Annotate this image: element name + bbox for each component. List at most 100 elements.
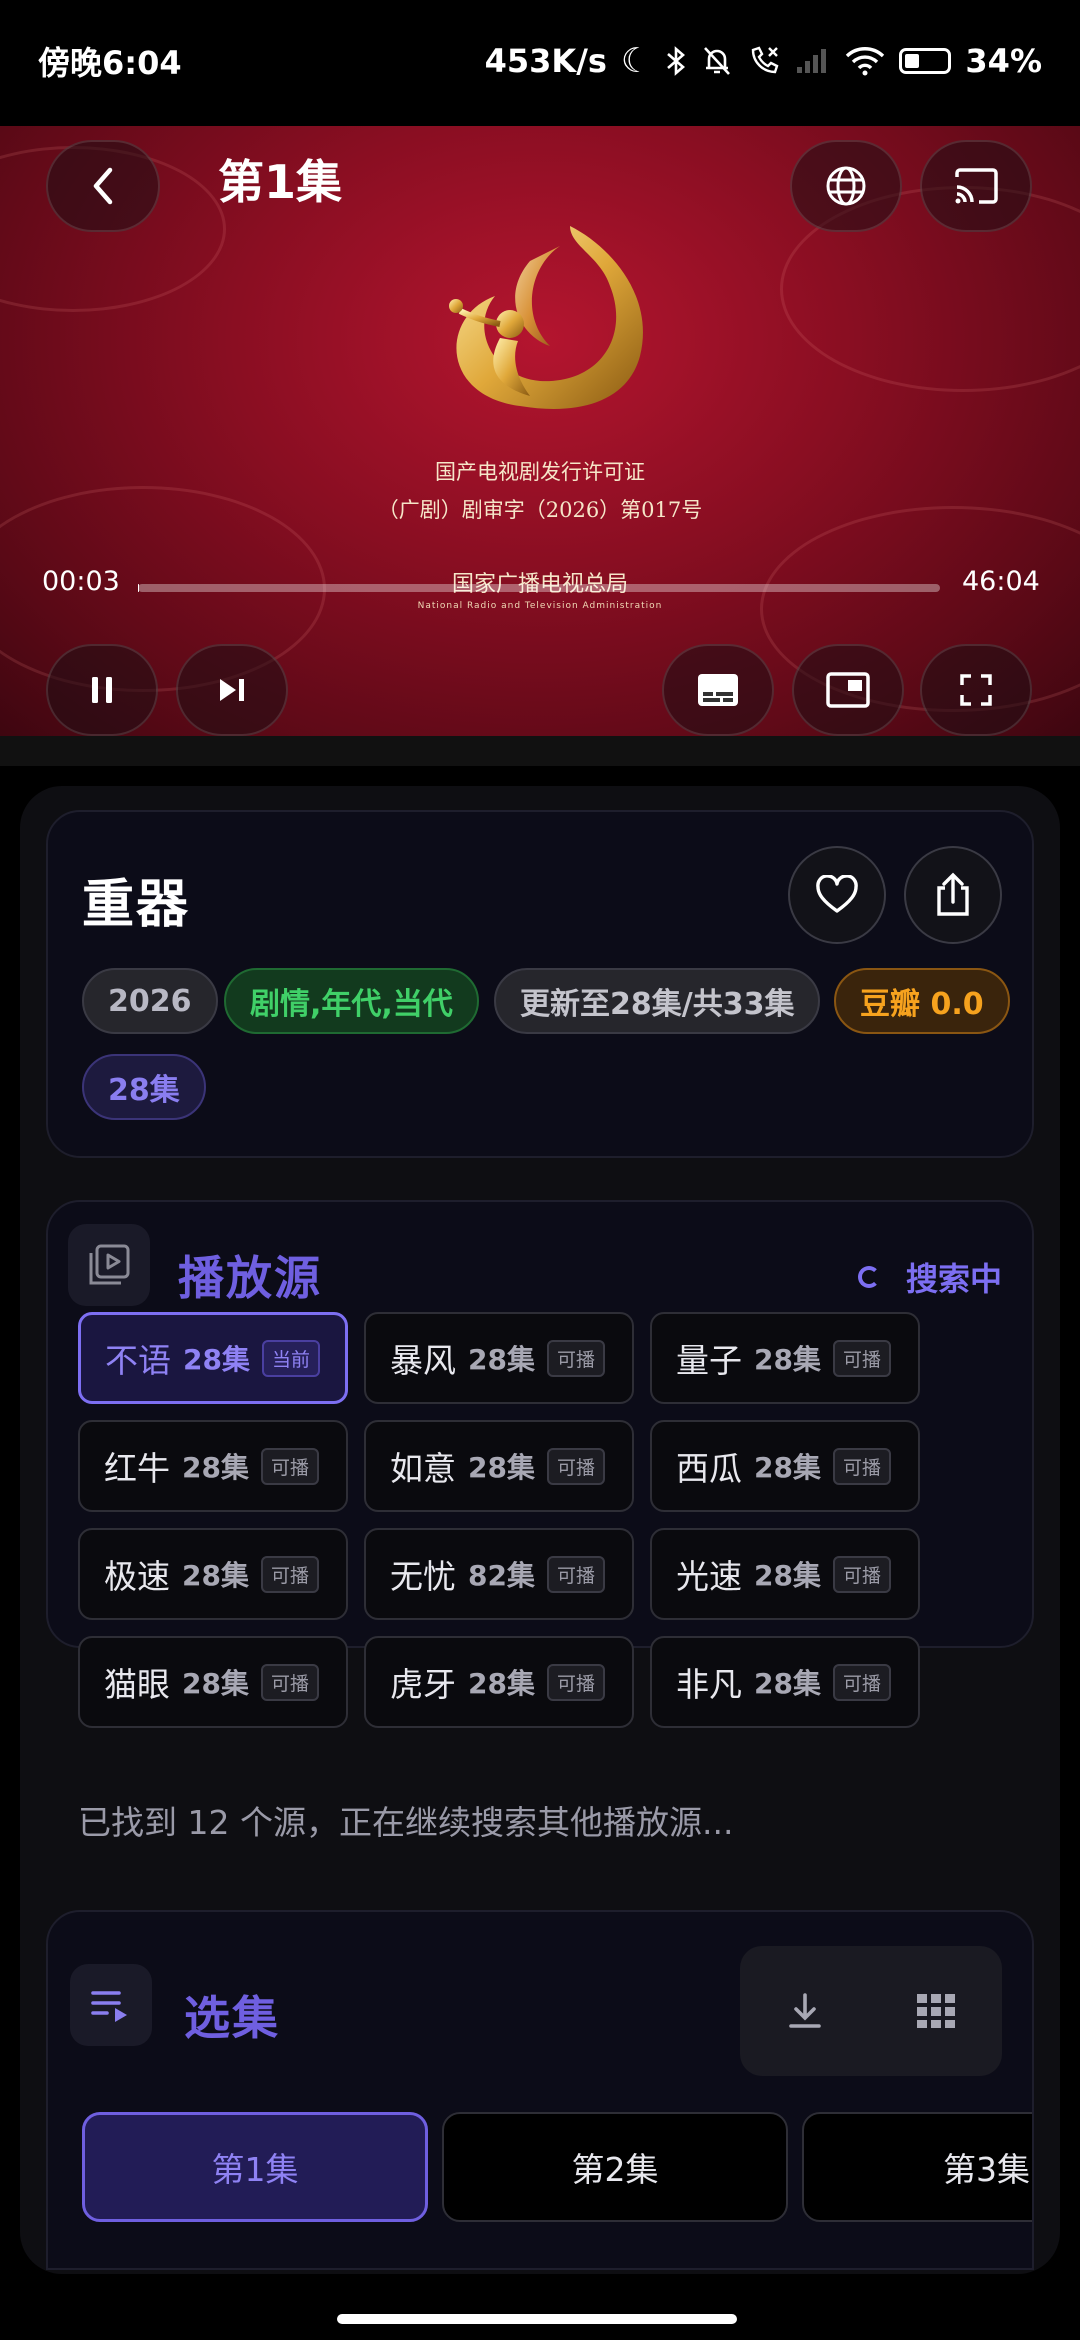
sources-card: 播放源 搜索中 不语 28集 当前 暴风 28集 可播 量子 28集 可播 红牛 28集 可播 如意 28…: [46, 1200, 1034, 1842]
source-option-12[interactable]: 非凡 28集 可播: [650, 1636, 920, 1728]
episode-title: 第1集: [218, 155, 343, 209]
source-option-11[interactable]: 虎牙 28集 可播: [364, 1636, 634, 1728]
source-status-badge: 可播: [260, 1663, 319, 1701]
source-status-badge: 可播: [260, 1447, 319, 1485]
douban-rating-tag: 豆瓣 0.0: [834, 968, 1010, 1034]
flying-apsaras-emblem: [449, 226, 643, 409]
source-status-badge: 当前: [261, 1339, 320, 1377]
source-episode-count: 28集: [468, 1667, 535, 1700]
globe-icon: [826, 166, 866, 206]
skip-next-icon: [220, 679, 244, 701]
current-time: 00:03: [42, 566, 120, 597]
episode-button-3[interactable]: 第3集: [802, 2112, 1032, 2222]
source-name: 虎牙: [390, 1665, 456, 1704]
next-episode-button[interactable]: [176, 644, 288, 736]
status-bar: 傍晚6:04 453K/s ☾ 34%: [0, 0, 1080, 122]
moon-icon: ☾: [620, 41, 652, 81]
year-tag: 2026: [82, 968, 218, 1034]
source-name: 光速: [676, 1557, 742, 1596]
source-name: 非凡: [676, 1665, 742, 1704]
status-time: 傍晚6:04: [38, 44, 182, 82]
source-option-2[interactable]: 暴风 28集 可播: [364, 1312, 634, 1404]
source-option-5[interactable]: 如意 28集 可播: [364, 1420, 634, 1512]
web-button[interactable]: [790, 140, 902, 232]
net-speed: 453K/s: [484, 42, 607, 80]
source-option-10[interactable]: 猫眼 28集 可播: [78, 1636, 348, 1728]
source-option-6[interactable]: 西瓜 28集 可播: [650, 1420, 920, 1512]
cast-button[interactable]: [920, 140, 1032, 232]
share-button[interactable]: [904, 846, 1002, 944]
source-option-7[interactable]: 极速 28集 可播: [78, 1528, 348, 1620]
source-option-8[interactable]: 无忧 82集 可播: [364, 1528, 634, 1620]
progress-bar[interactable]: [138, 584, 940, 592]
episode-count-tag: 28集: [82, 1054, 206, 1120]
subtitles-icon: [698, 674, 738, 706]
share-icon: [937, 872, 969, 916]
source-status-badge: 可播: [260, 1555, 319, 1593]
source-status-badge: 可播: [546, 1663, 605, 1701]
source-episode-count: 28集: [468, 1451, 535, 1484]
download-icon[interactable]: [787, 1991, 823, 2031]
certificate-number: （广剧）剧审字（2026）第017号: [377, 498, 703, 522]
cast-icon: [955, 168, 998, 204]
source-status-badge: 可播: [832, 1447, 891, 1485]
source-option-3[interactable]: 量子 28集 可播: [650, 1312, 920, 1404]
source-episode-count: 28集: [754, 1343, 821, 1376]
source-episode-count: 28集: [754, 1451, 821, 1484]
source-name: 极速: [104, 1557, 170, 1596]
sources-title: 播放源: [178, 1251, 322, 1305]
source-option-4[interactable]: 红牛 28集 可播: [78, 1420, 348, 1512]
picture-in-picture-button[interactable]: [792, 644, 904, 736]
source-option-9[interactable]: 光速 28集 可播: [650, 1528, 920, 1620]
fullscreen-button[interactable]: [920, 644, 1032, 736]
progress-played: [138, 584, 139, 592]
episode-button-2[interactable]: 第2集: [442, 2112, 788, 2222]
loading-spinner-icon: [857, 1266, 880, 1288]
searching-status: 搜索中: [857, 1254, 1002, 1300]
source-option-1[interactable]: 不语 28集 当前: [78, 1312, 348, 1404]
video-player[interactable]: 国产电视剧发行许可证 （广剧）剧审字（2026）第017号 国家广播电视总局 N…: [0, 126, 1080, 736]
grid-view-icon[interactable]: [916, 1993, 956, 2029]
source-episode-count: 28集: [182, 1559, 249, 1592]
source-name: 红牛: [104, 1449, 170, 1488]
total-time: 46:04: [962, 566, 1040, 597]
agency-name: 国家广播电视总局: [451, 572, 628, 597]
episodes-title: 选集: [184, 1991, 280, 2045]
searching-label: 搜索中: [905, 1260, 1002, 1298]
found-sources-text: 已找到 12 个源，正在继续搜索其他播放源...: [78, 1803, 734, 1842]
source-episode-count: 28集: [754, 1559, 821, 1592]
bell-muted-icon: [704, 47, 731, 75]
source-episode-count: 28集: [182, 1667, 249, 1700]
battery-percent: 34%: [965, 42, 1042, 80]
content-panel: 重器 2026 剧情,年代,当代 更新至28集/共33集 豆瓣 0.0 28集 …: [20, 786, 1060, 2274]
fullscreen-icon: [960, 674, 992, 706]
source-status-badge: 可播: [546, 1447, 605, 1485]
source-name: 猫眼: [104, 1665, 170, 1704]
wifi-icon: [846, 47, 885, 76]
call-disabled-icon: [752, 46, 779, 74]
pause-icon: [92, 677, 112, 703]
source-episode-count: 28集: [182, 1451, 249, 1484]
bluetooth-icon: [667, 46, 686, 76]
show-title: 重器: [82, 875, 191, 935]
favorite-button[interactable]: [788, 846, 886, 944]
back-button[interactable]: [46, 140, 160, 232]
play-source-icon: [68, 1224, 150, 1306]
episode-button-1[interactable]: 第1集: [82, 2112, 428, 2222]
home-indicator[interactable]: [337, 2314, 737, 2324]
agency-name-en: National Radio and Television Administra…: [417, 601, 663, 611]
source-episode-count: 28集: [183, 1343, 250, 1376]
source-status-badge: 可播: [832, 1663, 891, 1701]
pause-button[interactable]: [46, 644, 158, 736]
source-episode-count: 82集: [468, 1559, 535, 1592]
subtitle-button[interactable]: [662, 644, 774, 736]
genre-tag: 剧情,年代,当代: [224, 968, 479, 1034]
source-episode-count: 28集: [754, 1667, 821, 1700]
source-status-badge: 可播: [546, 1555, 605, 1593]
episodes-card: 选集 第1集 第2集 第3集: [46, 1910, 1034, 2270]
show-info-card: 重器 2026 剧情,年代,当代 更新至28集/共33集 豆瓣 0.0 28集: [46, 810, 1034, 1158]
heart-icon: [816, 875, 858, 913]
source-name: 无忧: [390, 1557, 456, 1596]
source-name: 暴风: [390, 1341, 456, 1380]
source-name: 量子: [676, 1341, 742, 1380]
